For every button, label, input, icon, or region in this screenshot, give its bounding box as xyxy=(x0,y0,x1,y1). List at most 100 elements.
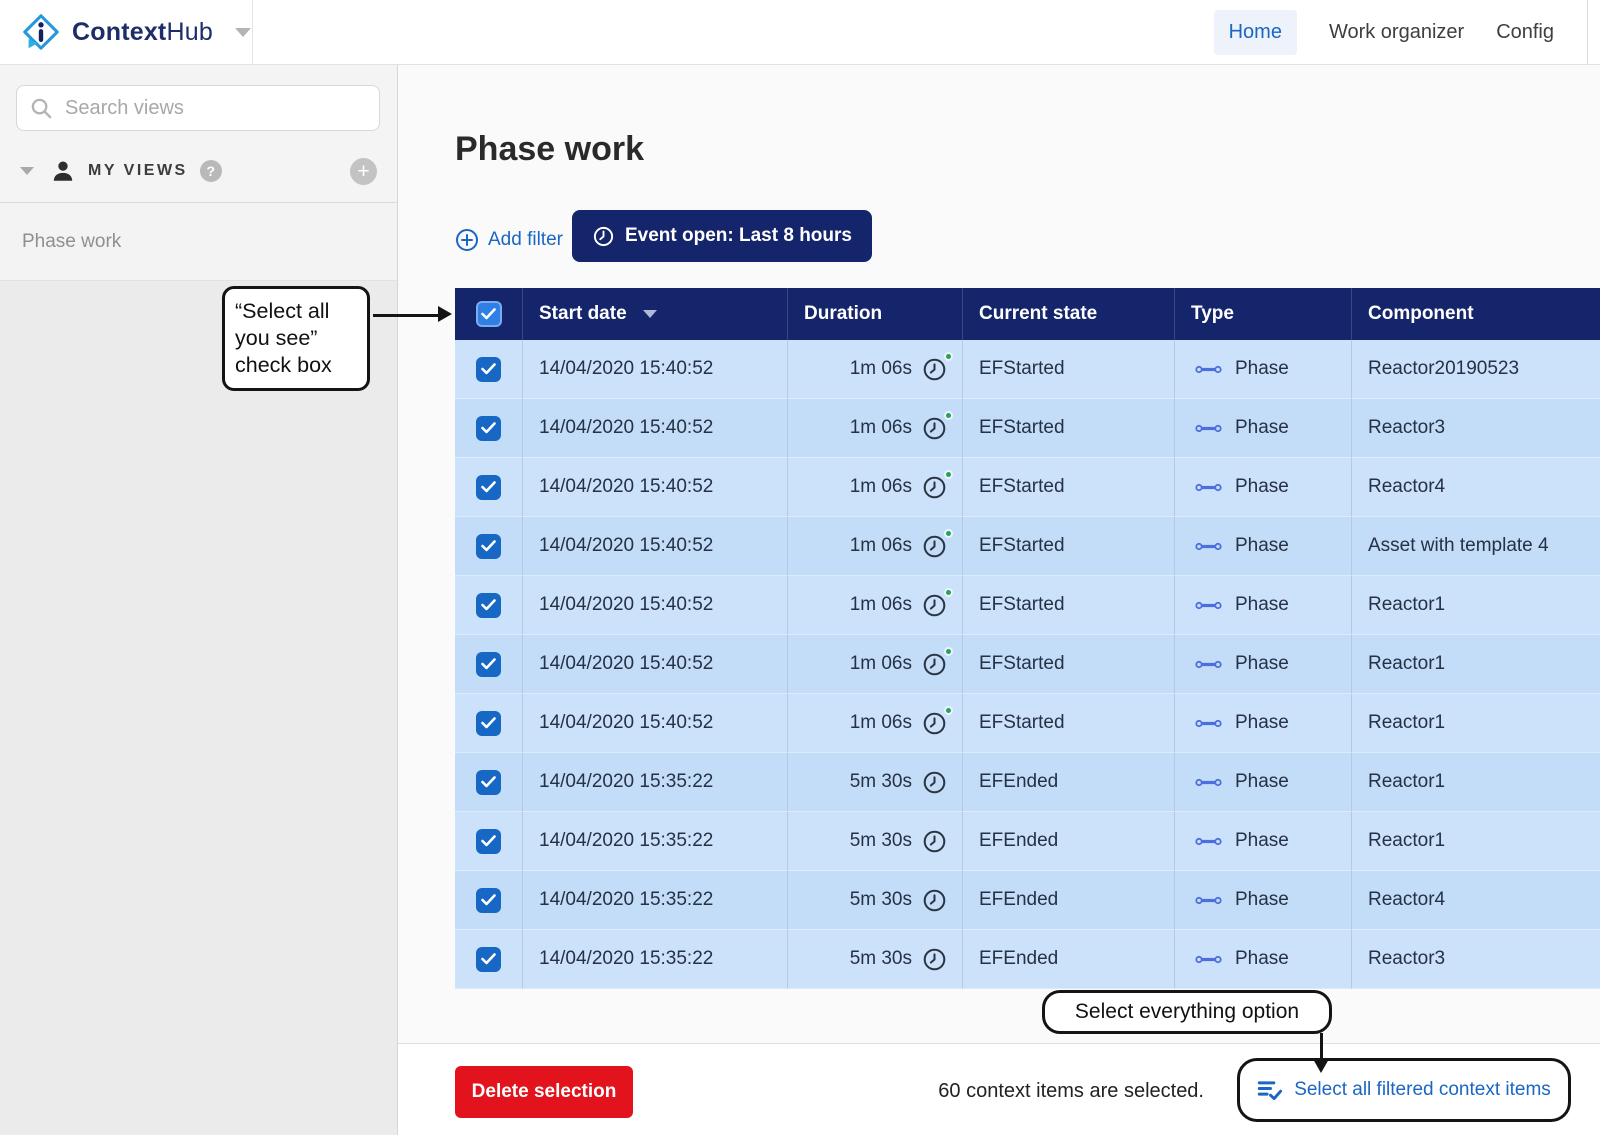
row-state: EFStarted xyxy=(963,517,1175,576)
sidebar-item-phase-work[interactable]: Phase work xyxy=(0,203,397,281)
row-start-date: 14/04/2020 15:40:52 xyxy=(523,340,788,399)
select-all-filtered-label: Select all filtered context items xyxy=(1294,1079,1551,1101)
brand-dropdown-caret-icon[interactable] xyxy=(235,28,251,37)
active-indicator-dot xyxy=(944,647,953,656)
header-current-state[interactable]: Current state xyxy=(963,288,1175,340)
row-state: EFStarted xyxy=(963,694,1175,753)
row-duration: 1m 06s xyxy=(850,594,912,616)
phase-type-icon xyxy=(1195,953,1222,966)
row-type-label: Phase xyxy=(1235,948,1289,970)
row-checkbox[interactable] xyxy=(476,357,501,382)
brand-logo: ContextHub xyxy=(0,0,253,64)
sidebar-header-section: MY VIEWS ? + xyxy=(0,65,397,203)
phase-type-icon xyxy=(1195,481,1222,494)
row-checkbox[interactable] xyxy=(476,888,501,913)
page-title: Phase work xyxy=(455,130,644,169)
row-component: Reactor3 xyxy=(1352,399,1600,458)
delete-selection-button[interactable]: Delete selection xyxy=(455,1066,633,1118)
table-row[interactable]: 14/04/2020 15:35:22 5m 30s EFEnded Phase… xyxy=(455,871,1600,930)
search-views-box[interactable] xyxy=(16,85,380,131)
phase-type-icon xyxy=(1195,599,1222,612)
sort-desc-icon xyxy=(643,310,657,318)
header-duration[interactable]: Duration xyxy=(788,288,963,340)
clock-icon xyxy=(921,474,948,501)
table-header-row: Start date Duration Current state Type C… xyxy=(455,288,1600,340)
row-checkbox[interactable] xyxy=(476,534,501,559)
nav-work-organizer[interactable]: Work organizer xyxy=(1329,21,1464,44)
table-row[interactable]: 14/04/2020 15:40:52 1m 06s EFStarted Pha… xyxy=(455,458,1600,517)
row-checkbox[interactable] xyxy=(476,593,501,618)
row-checkbox[interactable] xyxy=(476,652,501,677)
collapse-caret-icon[interactable] xyxy=(20,167,34,175)
row-component: Asset with template 4 xyxy=(1352,517,1600,576)
table-row[interactable]: 14/04/2020 15:35:22 5m 30s EFEnded Phase… xyxy=(455,930,1600,989)
search-views-input[interactable] xyxy=(65,97,366,120)
clock-icon xyxy=(921,356,948,383)
row-component: Reactor4 xyxy=(1352,871,1600,930)
table-row[interactable]: 14/04/2020 15:40:52 1m 06s EFStarted Pha… xyxy=(455,399,1600,458)
row-type-label: Phase xyxy=(1235,535,1289,557)
contexthub-logo-icon xyxy=(20,11,62,53)
select-all-visible-checkbox[interactable] xyxy=(476,301,502,327)
active-indicator-dot xyxy=(944,352,953,361)
active-indicator-dot xyxy=(944,706,953,715)
filter-chip-event-open[interactable]: Event open: Last 8 hours xyxy=(572,210,872,262)
row-checkbox[interactable] xyxy=(476,829,501,854)
table-row[interactable]: 14/04/2020 15:40:52 1m 06s EFStarted Pha… xyxy=(455,517,1600,576)
clock-icon xyxy=(921,946,948,973)
phase-type-icon xyxy=(1195,776,1222,789)
row-duration: 5m 30s xyxy=(850,889,912,911)
brand-name: ContextHub xyxy=(72,18,213,47)
table-row[interactable]: 14/04/2020 15:40:52 1m 06s EFStarted Pha… xyxy=(455,340,1600,399)
row-checkbox[interactable] xyxy=(476,770,501,795)
top-navigation: Home Work organizer Config xyxy=(1214,0,1554,64)
context-items-table: Start date Duration Current state Type C… xyxy=(455,288,1600,989)
row-component: Reactor1 xyxy=(1352,812,1600,871)
search-icon xyxy=(30,97,53,120)
nav-config[interactable]: Config xyxy=(1496,21,1554,44)
row-state: EFStarted xyxy=(963,399,1175,458)
clock-icon xyxy=(921,415,948,442)
annotation-arrow-line xyxy=(373,314,439,317)
row-checkbox[interactable] xyxy=(476,711,501,736)
sidebar: MY VIEWS ? + Phase work xyxy=(0,65,398,1135)
row-checkbox[interactable] xyxy=(476,475,501,500)
table-row[interactable]: 14/04/2020 15:35:22 5m 30s EFEnded Phase… xyxy=(455,812,1600,871)
phase-type-icon xyxy=(1195,835,1222,848)
header-type[interactable]: Type xyxy=(1175,288,1352,340)
row-state: EFStarted xyxy=(963,635,1175,694)
add-view-button[interactable]: + xyxy=(350,158,377,185)
row-component: Reactor1 xyxy=(1352,694,1600,753)
header-start-date[interactable]: Start date xyxy=(523,288,788,340)
table-row[interactable]: 14/04/2020 15:40:52 1m 06s EFStarted Pha… xyxy=(455,694,1600,753)
help-icon[interactable]: ? xyxy=(200,160,222,182)
row-component: Reactor4 xyxy=(1352,458,1600,517)
row-state: EFStarted xyxy=(963,576,1175,635)
clock-icon xyxy=(921,887,948,914)
row-type-label: Phase xyxy=(1235,476,1289,498)
row-component: Reactor3 xyxy=(1352,930,1600,989)
row-checkbox[interactable] xyxy=(476,947,501,972)
annotation-select-everything: Select everything option xyxy=(1042,990,1332,1034)
row-start-date: 14/04/2020 15:35:22 xyxy=(523,812,788,871)
row-state: EFEnded xyxy=(963,753,1175,812)
row-start-date: 14/04/2020 15:35:22 xyxy=(523,871,788,930)
row-start-date: 14/04/2020 15:40:52 xyxy=(523,399,788,458)
table-row[interactable]: 14/04/2020 15:40:52 1m 06s EFStarted Pha… xyxy=(455,635,1600,694)
add-filter-button[interactable]: Add filter xyxy=(455,222,563,258)
row-state: EFEnded xyxy=(963,812,1175,871)
table-row[interactable]: 14/04/2020 15:40:52 1m 06s EFStarted Pha… xyxy=(455,576,1600,635)
clock-icon xyxy=(921,769,948,796)
plus-circle-icon xyxy=(455,228,479,252)
list-check-icon xyxy=(1257,1079,1284,1102)
row-start-date: 14/04/2020 15:40:52 xyxy=(523,635,788,694)
row-state: EFStarted xyxy=(963,458,1175,517)
phase-type-icon xyxy=(1195,717,1222,730)
nav-home[interactable]: Home xyxy=(1214,10,1297,55)
row-duration: 1m 06s xyxy=(850,535,912,557)
select-all-filtered-link[interactable]: Select all filtered context items xyxy=(1257,1079,1551,1102)
row-checkbox[interactable] xyxy=(476,416,501,441)
header-component[interactable]: Component xyxy=(1352,288,1600,340)
table-row[interactable]: 14/04/2020 15:35:22 5m 30s EFEnded Phase… xyxy=(455,753,1600,812)
active-indicator-dot xyxy=(944,588,953,597)
